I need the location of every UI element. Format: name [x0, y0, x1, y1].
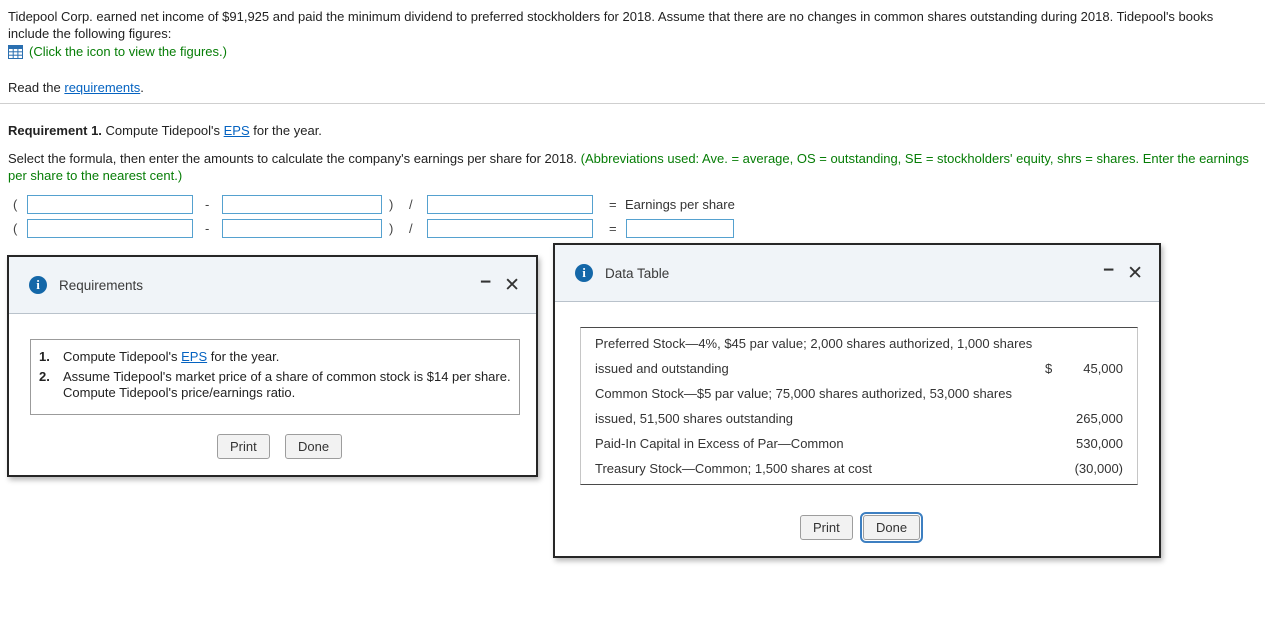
close-paren-row2: )	[389, 221, 394, 236]
row-currency: $	[1045, 361, 1053, 376]
row-label: Preferred Stock—4%, $45 par value; 2,000…	[595, 336, 1033, 351]
table-row: issued, 51,500 shares outstanding 265,00…	[581, 406, 1137, 431]
instruction-text: Select the formula, then enter the amoun…	[8, 151, 1258, 184]
window-controls: − ✕	[480, 273, 520, 295]
eps-link[interactable]: EPS	[181, 349, 207, 364]
row-label: Paid-In Capital in Excess of Par—Common	[595, 436, 844, 451]
close-paren-row1: )	[389, 197, 394, 212]
data-table-dialog: i Data Table − ✕ Preferred Stock—4%, $45…	[553, 243, 1161, 558]
requirement-item-1-post: for the year.	[207, 349, 280, 364]
view-figures-caption: (Click the icon to view the figures.)	[29, 44, 227, 59]
earnings-per-share-label: Earnings per share	[625, 197, 735, 212]
equals-row2: =	[609, 221, 617, 236]
print-button[interactable]: Print	[217, 434, 270, 459]
print-button[interactable]: Print	[800, 515, 853, 540]
formula-row2-result-input[interactable]	[626, 219, 734, 238]
close-icon[interactable]: ✕	[504, 276, 520, 295]
open-paren-row1: (	[13, 197, 18, 212]
row-amount: 265,000	[1076, 411, 1123, 426]
instruction-black: Select the formula, then enter the amoun…	[8, 151, 581, 166]
requirement-1-label: Requirement 1.	[8, 123, 102, 138]
row-label: Treasury Stock—Common; 1,500 shares at c…	[595, 461, 872, 476]
minus-row2: -	[205, 221, 210, 236]
divide-row1: /	[409, 197, 413, 212]
requirement-item-2: 2. Assume Tidepool's market price of a s…	[39, 369, 511, 402]
minimize-icon[interactable]: −	[1103, 261, 1114, 280]
requirements-list-box: 1. Compute Tidepool's EPS for the year. …	[30, 339, 520, 415]
read-prefix: Read the	[8, 80, 65, 95]
done-button[interactable]: Done	[285, 434, 343, 459]
formula-row1-numerator-left-input[interactable]	[27, 195, 193, 214]
table-row: issued and outstanding $ 45,000	[581, 356, 1137, 381]
row-currency	[1045, 381, 1061, 406]
requirement-item-1-pre: Compute Tidepool's	[63, 349, 182, 364]
requirement-item-1-number: 1.	[39, 349, 50, 364]
table-row: Treasury Stock—Common; 1,500 shares at c…	[581, 456, 1137, 481]
row-currency	[1045, 331, 1061, 356]
requirement-item-1-text: Compute Tidepool's EPS for the year.	[63, 349, 511, 366]
row-label: issued and outstanding	[595, 361, 729, 376]
problem-statement: Tidepool Corp. earned net income of $91,…	[8, 9, 1214, 41]
table-row: Paid-In Capital in Excess of Par—Common …	[581, 431, 1137, 456]
open-paren-row2: (	[13, 221, 18, 236]
data-table-dialog-titlebar: i Data Table − ✕	[555, 245, 1159, 302]
equals-row1: =	[609, 197, 617, 212]
table-row: Preferred Stock—4%, $45 par value; 2,000…	[581, 331, 1137, 356]
requirement-item-2-number: 2.	[39, 368, 50, 384]
data-table-icon[interactable]	[8, 44, 23, 59]
stock-figures-table: Preferred Stock—4%, $45 par value; 2,000…	[580, 327, 1138, 485]
requirements-dialog: i Requirements − ✕ 1. Compute Tidepool's…	[7, 255, 538, 477]
row-amount: 45,000	[1083, 361, 1123, 376]
requirement-item-1: 1. Compute Tidepool's EPS for the year.	[39, 349, 511, 366]
requirements-dialog-title: Requirements	[59, 277, 144, 293]
info-icon: i	[575, 264, 593, 282]
requirement-1-pre: Compute Tidepool's	[101, 123, 224, 138]
row-label: Common Stock—$5 par value; 75,000 shares…	[595, 386, 1012, 401]
requirements-link[interactable]: requirements	[64, 80, 140, 95]
close-icon[interactable]: ✕	[1127, 264, 1143, 283]
requirement-1-post: for the year.	[249, 123, 322, 138]
row-amount	[1061, 381, 1137, 406]
row-amount: (30,000)	[1074, 461, 1123, 476]
row-amount	[1061, 331, 1137, 356]
row-label: issued, 51,500 shares outstanding	[595, 411, 794, 426]
info-icon: i	[29, 276, 47, 294]
formula-row1-denominator-input[interactable]	[427, 195, 593, 214]
table-row: Common Stock—$5 par value; 75,000 shares…	[581, 381, 1137, 406]
read-suffix: .	[140, 80, 144, 95]
requirement-1-heading: Requirement 1. Compute Tidepool's EPS fo…	[8, 123, 322, 138]
window-controls: − ✕	[1103, 261, 1143, 283]
formula-row2-denominator-input[interactable]	[427, 219, 593, 238]
formula-row2-numerator-right-input[interactable]	[222, 219, 382, 238]
data-table-dialog-title: Data Table	[605, 265, 670, 281]
requirement-item-2-text: Assume Tidepool's market price of a shar…	[63, 368, 511, 401]
view-figures-line: (Click the icon to view the figures.)	[8, 44, 227, 59]
minus-row1: -	[205, 197, 210, 212]
minimize-icon[interactable]: −	[480, 273, 491, 292]
row-currency	[1045, 456, 1061, 481]
section-divider	[0, 103, 1265, 104]
row-amount: 530,000	[1076, 436, 1123, 451]
done-button[interactable]: Done	[859, 512, 924, 543]
formula-row1-numerator-right-input[interactable]	[222, 195, 382, 214]
eps-link[interactable]: EPS	[224, 123, 250, 138]
row-currency	[1045, 406, 1061, 431]
formula-row2-numerator-left-input[interactable]	[27, 219, 193, 238]
requirements-dialog-titlebar: i Requirements − ✕	[9, 257, 536, 314]
read-requirements-line: Read the requirements.	[8, 80, 144, 95]
divide-row2: /	[409, 221, 413, 236]
row-currency	[1045, 431, 1061, 456]
